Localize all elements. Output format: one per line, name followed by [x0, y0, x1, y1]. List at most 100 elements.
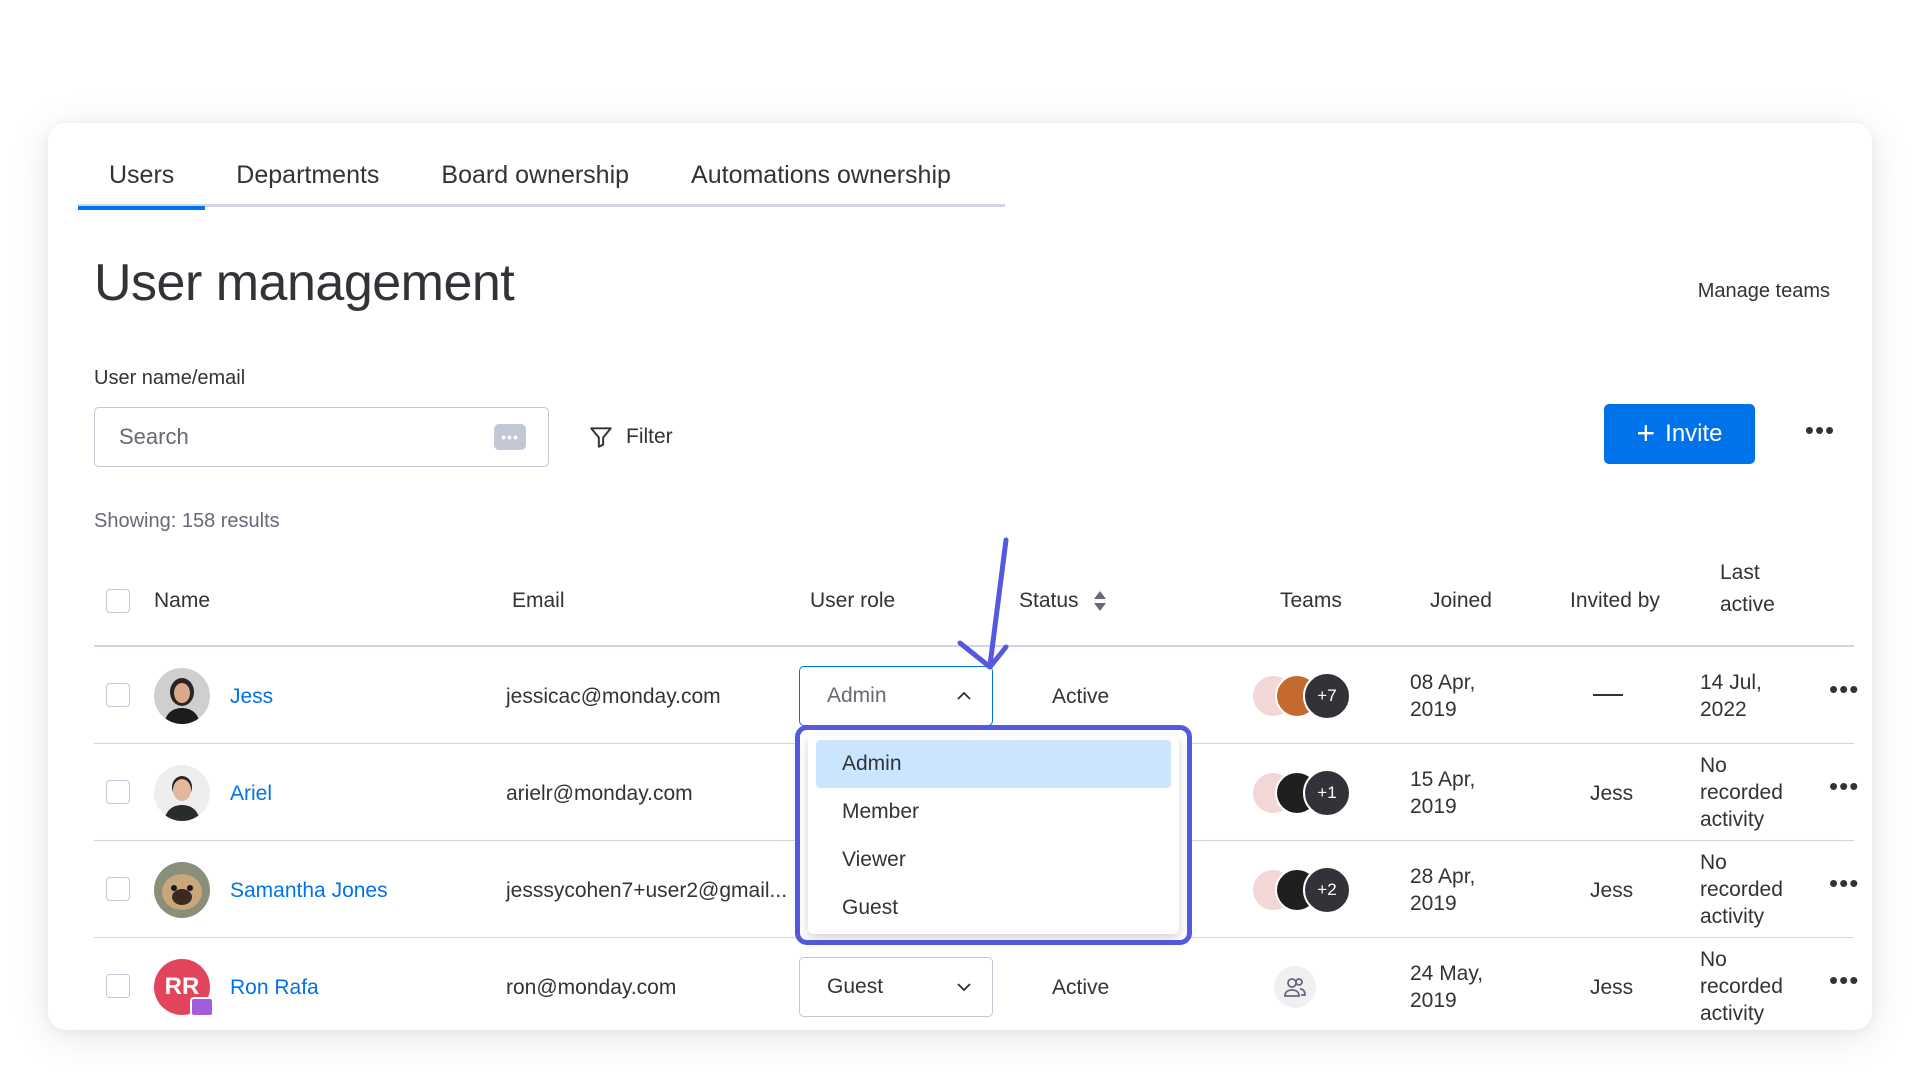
user-name-link[interactable]: Ron Rafa: [230, 976, 319, 1000]
joined-date-line1: 15 Apr,: [1410, 768, 1476, 791]
tab-automations-ownership[interactable]: Automations ownership: [660, 151, 982, 207]
results-count: Showing: 158 results: [94, 510, 280, 532]
table-row[interactable]: RR Ron Rafa ron@monday.com Guest Active …: [94, 938, 1858, 1030]
column-status-label: Status: [1019, 589, 1079, 612]
page-title: User management: [94, 254, 515, 312]
row-more-icon[interactable]: •••: [1829, 965, 1859, 996]
role-option-guest[interactable]: Guest: [816, 884, 1171, 932]
column-name[interactable]: Name: [154, 589, 210, 613]
user-email: arielr@monday.com: [506, 782, 693, 805]
tab-bar: Users Departments Board ownership Automa…: [78, 151, 1005, 210]
role-option-admin[interactable]: Admin: [816, 740, 1171, 788]
last-active-line1: No: [1700, 754, 1727, 777]
row-checkbox[interactable]: [106, 877, 130, 901]
last-active-line1: No: [1700, 851, 1727, 874]
plus-icon: +: [1636, 414, 1656, 451]
joined-date-line2: 2019: [1410, 698, 1457, 721]
user-name-link[interactable]: Ariel: [230, 782, 272, 806]
teams-more-count[interactable]: +7: [1303, 672, 1351, 720]
joined-date-line1: 24 May,: [1410, 962, 1484, 985]
filter-icon: [590, 427, 612, 448]
invited-by: Jess: [1590, 976, 1634, 999]
filter-button[interactable]: Filter: [588, 417, 673, 457]
row-more-icon[interactable]: •••: [1829, 674, 1859, 705]
row-checkbox[interactable]: [106, 683, 130, 707]
password-manager-icon[interactable]: •••: [494, 424, 526, 450]
avatar: [154, 668, 210, 724]
select-all-checkbox[interactable]: [106, 589, 130, 613]
user-role-dropdown[interactable]: Admin: [799, 666, 993, 726]
team-avatars[interactable]: +7: [1251, 672, 1351, 720]
role-option-viewer[interactable]: Viewer: [816, 836, 1171, 884]
teams-more-count[interactable]: +1: [1303, 769, 1351, 817]
user-role-dropdown[interactable]: Guest: [799, 957, 993, 1017]
user-name-link[interactable]: Samantha Jones: [230, 879, 388, 903]
column-joined[interactable]: Joined: [1430, 589, 1492, 613]
user-status: Active: [1052, 685, 1110, 708]
last-active-line3: activity: [1700, 808, 1765, 831]
column-user-role[interactable]: User role: [810, 589, 895, 613]
last-active: No recorded activity: [1700, 849, 1783, 930]
joined-date: 08 Apr, 2019: [1410, 669, 1475, 723]
last-active-line3: activity: [1700, 1002, 1765, 1025]
role-options-dropdown: Admin Member Viewer Guest: [795, 725, 1192, 945]
invite-button[interactable]: + Invite: [1604, 404, 1755, 464]
invited-by: Jess: [1590, 879, 1634, 902]
search-label: User name/email: [94, 367, 246, 389]
column-invited-by[interactable]: Invited by: [1570, 589, 1660, 613]
search-input[interactable]: [119, 424, 494, 450]
user-email: jesssycohen7+user2@gmail...: [506, 879, 788, 902]
row-checkbox[interactable]: [106, 780, 130, 804]
column-last-active[interactable]: Last active: [1720, 557, 1775, 621]
last-active-line2: recorded: [1700, 975, 1783, 998]
user-name-link[interactable]: Jess: [230, 685, 273, 709]
joined-date-line1: 08 Apr,: [1410, 671, 1476, 694]
row-checkbox[interactable]: [106, 974, 130, 998]
last-active-line2: recorded: [1700, 878, 1783, 901]
tab-departments[interactable]: Departments: [205, 151, 410, 207]
team-avatars[interactable]: +1: [1251, 769, 1351, 817]
filter-label: Filter: [626, 425, 673, 448]
joined-date: 15 Apr, 2019: [1410, 766, 1475, 820]
row-more-icon[interactable]: •••: [1829, 868, 1859, 899]
last-active-line2: 2022: [1700, 698, 1747, 721]
search-box[interactable]: •••: [94, 407, 549, 467]
avatar: [154, 765, 210, 821]
joined-date-line1: 28 Apr,: [1410, 865, 1476, 888]
manage-teams-button[interactable]: Manage teams: [1698, 280, 1830, 303]
joined-date: 28 Apr, 2019: [1410, 863, 1475, 917]
last-active: No recorded activity: [1700, 752, 1783, 833]
role-options-menu: Admin Member Viewer Guest: [808, 736, 1179, 934]
last-active-line1: 14 Jul,: [1700, 671, 1762, 694]
tab-users[interactable]: Users: [78, 151, 206, 210]
chevron-up-icon: [957, 691, 971, 700]
last-active: 14 Jul, 2022: [1700, 669, 1762, 723]
chevron-down-icon: [957, 983, 971, 992]
team-avatars[interactable]: +2: [1251, 866, 1351, 914]
column-status[interactable]: Status: [1019, 589, 1107, 613]
sort-icon[interactable]: [1093, 590, 1107, 612]
row-more-icon[interactable]: •••: [1829, 771, 1859, 802]
role-option-member[interactable]: Member: [816, 788, 1171, 836]
empty-invited-by: [1593, 694, 1623, 696]
teams-more-count[interactable]: +2: [1303, 866, 1351, 914]
avatar: [154, 862, 210, 918]
guest-badge-icon: [190, 997, 214, 1017]
last-active: No recorded activity: [1700, 946, 1783, 1027]
joined-date: 24 May, 2019: [1410, 960, 1483, 1014]
joined-date-line2: 2019: [1410, 795, 1457, 818]
no-teams-icon[interactable]: [1274, 966, 1316, 1008]
tab-board-ownership[interactable]: Board ownership: [410, 151, 660, 207]
column-email[interactable]: Email: [512, 589, 565, 613]
user-role-value: Admin: [827, 684, 887, 707]
last-active-line2: recorded: [1700, 781, 1783, 804]
column-last-active-line2: active: [1720, 593, 1775, 616]
user-email: jessicac@monday.com: [506, 685, 721, 708]
more-options-icon[interactable]: •••: [1800, 413, 1840, 453]
joined-date-line2: 2019: [1410, 989, 1457, 1012]
column-teams[interactable]: Teams: [1280, 589, 1342, 613]
user-status: Active: [1052, 976, 1110, 999]
last-active-line1: No: [1700, 948, 1727, 971]
user-role-value: Guest: [827, 975, 884, 998]
column-last-active-line1: Last: [1720, 561, 1760, 584]
